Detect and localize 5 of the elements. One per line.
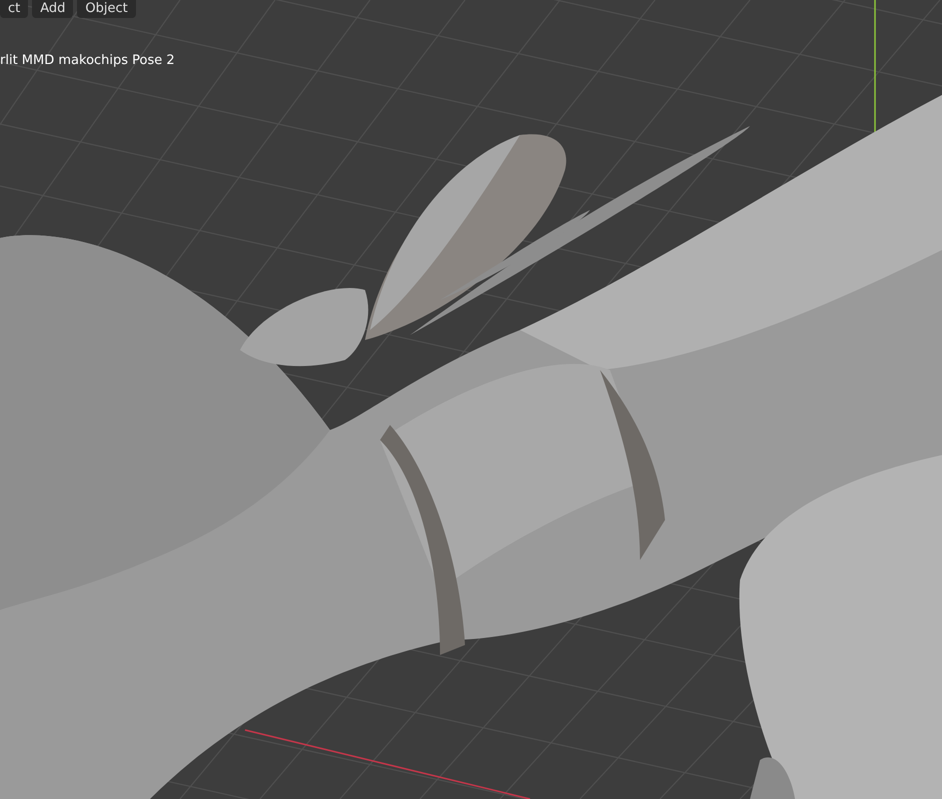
object-label: rlit MMD makochips Pose 2 — [0, 52, 175, 70]
menu-button[interactable]: Object — [77, 0, 136, 18]
menu-button[interactable]: Add — [32, 0, 74, 18]
viewport[interactable]: ct Add Object rlit MMD makochips Pose 2 — [0, 0, 942, 799]
menu-button[interactable]: ct — [0, 0, 28, 18]
